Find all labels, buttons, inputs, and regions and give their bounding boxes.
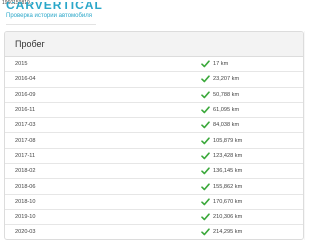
table-row: 2016-11 61,095 km: [5, 103, 303, 119]
table-row: 2017-03 84,038 km: [5, 118, 303, 134]
mileage-value: 214,295 km: [213, 229, 243, 236]
mileage-date: 2017-11: [15, 152, 36, 159]
brand-logo[interactable]: CARVERTICAL: [6, 2, 126, 11]
check-icon: [200, 59, 210, 69]
table-row: 2017-08 105,879 km: [5, 133, 303, 149]
check-icon: [200, 166, 210, 176]
table-row: 2018-02 136,145 km: [5, 164, 303, 180]
mileage-date: 2018-06: [15, 183, 36, 190]
mileage-date: 2019-10: [15, 214, 36, 221]
check-icon: [200, 74, 210, 84]
check-icon: [200, 120, 210, 130]
check-icon: [200, 212, 210, 222]
logo-text: CARVERTICAL: [6, 2, 103, 11]
mileage-date: 2016-04: [15, 76, 36, 83]
check-icon: [200, 90, 210, 100]
mileage-list: 2015 17 km 2016-04 23,207 km 2016-09 50,788 k…: [5, 57, 303, 239]
check-icon: [200, 197, 210, 207]
mileage-title: Пробег: [15, 39, 45, 49]
table-row: 2020-03 214,295 km: [5, 225, 303, 239]
mileage-value: 210,306 km: [213, 214, 243, 221]
mileage-date: 2016-11: [15, 107, 36, 114]
table-row: 2016-04 23,207 km: [5, 72, 303, 88]
check-icon: [200, 227, 210, 237]
mileage-value: 23,207 km: [213, 76, 240, 83]
mileage-date: 2020-03: [15, 229, 36, 236]
mileage-date: 2017-08: [15, 137, 36, 144]
check-icon: [200, 105, 210, 115]
table-row: 2018-10 170,670 km: [5, 195, 303, 210]
check-icon: [200, 151, 210, 161]
mileage-card-header: Пробег: [5, 32, 303, 57]
mileage-value: 136,145 km: [213, 168, 243, 175]
mileage-value: 17 km: [213, 61, 229, 68]
brand-tagline: Проверка истории автомобиля: [6, 13, 93, 19]
mileage-date: 2018-10: [15, 198, 36, 205]
check-icon: [200, 136, 210, 146]
mileage-date: 2018-02: [15, 168, 36, 175]
mileage-date: 2017-03: [15, 122, 36, 129]
mileage-value: 170,670 km: [213, 198, 243, 205]
table-row: 2016-09 50,788 km: [5, 88, 303, 103]
mileage-date: 2015: [15, 61, 28, 68]
mileage-value: 50,788 km: [213, 91, 240, 98]
header-divider: [6, 24, 96, 25]
mileage-value: 123,428 km: [213, 152, 243, 159]
mileage-value: 155,862 km: [213, 183, 243, 190]
mileage-value: 61,095 km: [213, 107, 240, 114]
table-row: 2018-06 155,862 km: [5, 179, 303, 195]
mileage-value: 84,038 km: [213, 122, 240, 129]
mileage-card: Пробег 2015 17 km 2016-04 23,207 km 2016-09 5…: [4, 31, 304, 240]
table-row: 2019-10 210,306 km: [5, 210, 303, 226]
mileage-value: 105,879 km: [213, 137, 243, 144]
mileage-date: 2016-09: [15, 91, 36, 98]
table-row: 2015 17 km: [5, 57, 303, 73]
table-row: 2017-11 123,428 km: [5, 149, 303, 165]
card-shadow: [304, 31, 305, 240]
check-icon: [200, 182, 210, 192]
